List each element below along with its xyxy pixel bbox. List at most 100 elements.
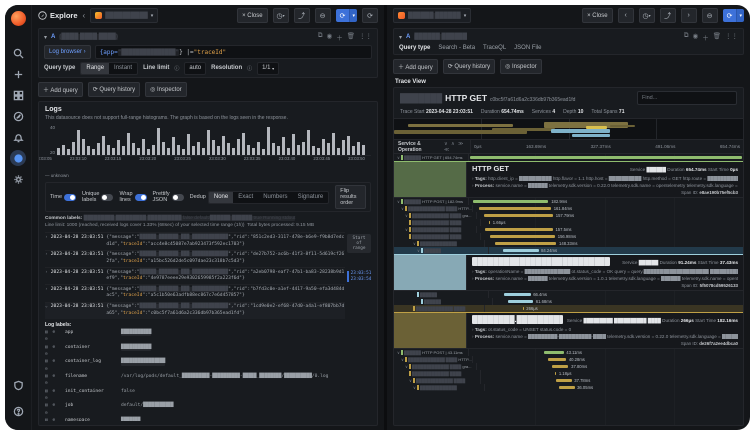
span-tree-cell[interactable]: ██████	[394, 291, 489, 298]
admin-icon[interactable]	[10, 377, 26, 393]
span-row[interactable]: ∨ █████████████ ████ gra... 157.79ms	[394, 212, 743, 219]
logs-histogram[interactable]: 40 20 23:03:05 23:03:10 23:03:15 23:03:20 23:…	[39, 125, 371, 165]
span-row[interactable]: ∨ ██████ HTTP GET | 654.74ms	[394, 154, 743, 161]
dedup-option-numbers[interactable]: Numbers	[258, 192, 292, 203]
add-icon[interactable]: ＋	[702, 32, 709, 42]
span-tree-cell[interactable]: █████████████ ████	[394, 233, 481, 240]
dedup-option-none[interactable]: None	[208, 191, 234, 203]
span-row[interactable]: ∨ █████████████ ████ gra... 37.80ms	[394, 363, 743, 370]
log-row[interactable]: › 2023-04-28 23:03:51 {"message":"██████ █…	[45, 267, 345, 284]
query-code-input[interactable]: {app= "███████████████"} |= "traceId"	[94, 45, 372, 59]
tree-caret[interactable]: ∨	[405, 213, 408, 218]
eye-icon[interactable]: ◉	[327, 32, 333, 42]
time-picker-button[interactable]: ◷ ▾	[272, 8, 289, 23]
instant-option[interactable]: Instant	[109, 63, 137, 74]
tab-search-beta[interactable]: Search - Beta	[438, 45, 475, 51]
span-tree-cell[interactable]: ∨ █████████████ ████ gra...	[394, 212, 477, 219]
prettify-json-toggle[interactable]	[171, 193, 184, 201]
span-tree-cell[interactable]: ∨ ██████ HTTP POST | 43.11ms	[394, 349, 469, 356]
avatar[interactable]	[10, 150, 26, 166]
span-bar-cell[interactable]: 36.05ms	[485, 384, 743, 391]
drag-handle-icon[interactable]: ⋮⋮	[725, 32, 738, 42]
trace-find-input[interactable]: Find...	[637, 91, 737, 105]
span-bar-cell[interactable]: 157.5ms	[477, 226, 743, 233]
resolution-select[interactable]: 1/1 ▾	[257, 61, 280, 75]
add-icon[interactable]: ＋	[336, 32, 343, 42]
span-bar-cell[interactable]: 84.24ms	[489, 247, 743, 254]
tree-caret[interactable]: ∨	[397, 350, 400, 355]
log-row[interactable]: › 2023-04-28 23:03:51 {"message":"██████ █…	[45, 284, 345, 301]
span-bar-cell[interactable]: 40.28ms	[473, 356, 743, 363]
span-tree-cell[interactable]: ∨ █████████████ ████	[394, 226, 477, 233]
close-split-button[interactable]: × Close	[582, 8, 613, 23]
log-browser-button[interactable]: Log browser ›	[44, 45, 91, 59]
dedup-option-signature[interactable]: Signature	[293, 192, 329, 203]
collapse-caret[interactable]: ⌄	[45, 304, 48, 317]
search-icon[interactable]	[10, 45, 26, 61]
span-tags-line[interactable]: › Tags: http.client_ip = ██████████ http…	[472, 176, 738, 181]
close-split-button[interactable]: × Close	[237, 8, 268, 23]
log-row[interactable]: ⌄ 2023-04-28 23:03:51 {"message":"██████ █…	[45, 301, 345, 319]
share-link-button[interactable]: ⤴	[293, 8, 310, 23]
span-bar-cell[interactable]: 61.68ms	[493, 298, 743, 305]
log-row[interactable]: › 2023-04-28 23:03:51 {"message":"██████ █…	[45, 249, 345, 267]
time-toggle[interactable]	[64, 193, 77, 201]
tree-caret[interactable]: ∨	[397, 199, 400, 204]
explore-icon[interactable]	[10, 108, 26, 124]
unique-labels-toggle[interactable]	[101, 193, 114, 201]
span-bar-cell[interactable]: 37.80ms	[477, 363, 743, 370]
label-filter-icons[interactable]: ▤ ⊕ ⊖	[45, 344, 61, 359]
span-tree-cell[interactable]: ∨ █████████████ ████	[394, 377, 481, 384]
share-link-button[interactable]: ⤴	[659, 8, 676, 23]
span-row[interactable]: █████████████ ████ 156.98ms	[394, 233, 743, 240]
span-row[interactable]: ██████ 66.4ms	[394, 291, 743, 298]
tree-caret[interactable]: ∨	[397, 155, 400, 160]
plus-icon[interactable]	[10, 66, 26, 82]
span-bar-cell[interactable]: 37.78ms	[481, 377, 743, 384]
span-tree-cell[interactable]: █████████████ ████	[394, 219, 481, 226]
span-row[interactable]: ∨ █████████████ ████ 37.78ms	[394, 377, 743, 384]
label-filter-icons[interactable]: ▤ ⊕ ⊖	[45, 358, 61, 373]
span-row[interactable]: ∨ █████████████ 36.05ms	[394, 384, 743, 391]
label-filter-icons[interactable]: ▤ ⊕ ⊖	[45, 373, 61, 388]
span-process-line[interactable]: › Process: service.name = █████████-████…	[472, 334, 738, 339]
span-row[interactable]: ∨ ██████ HTTP POST | 43.11ms 43.11ms	[394, 349, 743, 356]
run-query-button[interactable]: ⟳ ▾	[335, 9, 357, 22]
trash-icon[interactable]: 🗑	[347, 32, 355, 42]
expand-caret[interactable]: ›	[45, 270, 48, 283]
tab-json-file[interactable]: JSON File	[514, 45, 541, 51]
flip-results-order-button[interactable]: Flip results order	[335, 185, 366, 209]
span-tags-line[interactable]: › Tags: ot.status_code = UNSET status.co…	[472, 327, 738, 332]
label-filter-icons[interactable]: ▤ ⊕ ⊖	[45, 417, 61, 421]
query-type-segment[interactable]: Range Instant	[80, 61, 139, 75]
span-bar-cell[interactable]: 66.4ms	[489, 291, 743, 298]
span-process-line[interactable]: › Process: service.name = ██████ telemet…	[472, 276, 738, 281]
datasource-picker[interactable]: ██████████ ▾	[90, 8, 159, 23]
tree-caret[interactable]: ∨	[409, 378, 412, 383]
tree-caret[interactable]: ∨	[405, 227, 408, 232]
collapse-expand-icons[interactable]: ∨ ∧ ≫ ≪	[444, 141, 470, 153]
span-tree-cell[interactable]: ██████	[394, 298, 493, 305]
grafana-logo[interactable]	[10, 11, 26, 26]
inspector-button[interactable]: ◎ Inspector	[145, 82, 187, 97]
tree-caret[interactable]: ∨	[413, 241, 416, 246]
expand-caret[interactable]: ›	[45, 287, 48, 300]
tab-traceql[interactable]: TraceQL	[483, 45, 506, 51]
move-right-button[interactable]: ›	[680, 8, 697, 23]
span-bar-cell[interactable]: 161.84ms	[473, 205, 743, 212]
span-bar-cell[interactable]: 43.11ms	[469, 349, 743, 356]
span-tree-cell[interactable]: ∨ █████████████ ████ gra...	[394, 363, 477, 370]
span-bar-cell[interactable]: 1.18μs	[481, 370, 743, 377]
drag-handle-icon[interactable]: ⋮⋮	[359, 32, 372, 42]
add-query-button[interactable]: ＋ Add query	[393, 59, 438, 74]
dedup-option-exact[interactable]: Exact	[233, 192, 258, 203]
span-tree-cell[interactable]: ∨ ██████	[394, 247, 489, 254]
log-navigation-rail[interactable]: Start of range 23:03:51 23:03:54	[346, 232, 371, 283]
span-row[interactable]: ∨ █████████████ ████ HTTP... 161.84ms	[394, 205, 743, 212]
dashboards-icon[interactable]	[10, 87, 26, 103]
gear-icon[interactable]	[10, 171, 26, 187]
label-filter-icons[interactable]: ▤ ⊕ ⊖	[45, 402, 61, 417]
span-tags-line[interactable]: › Tags: operationName = ██████████████ o…	[472, 269, 738, 274]
tree-caret[interactable]: ∨	[405, 364, 408, 369]
span-tree-cell[interactable]: █████████████ ████	[394, 305, 485, 312]
